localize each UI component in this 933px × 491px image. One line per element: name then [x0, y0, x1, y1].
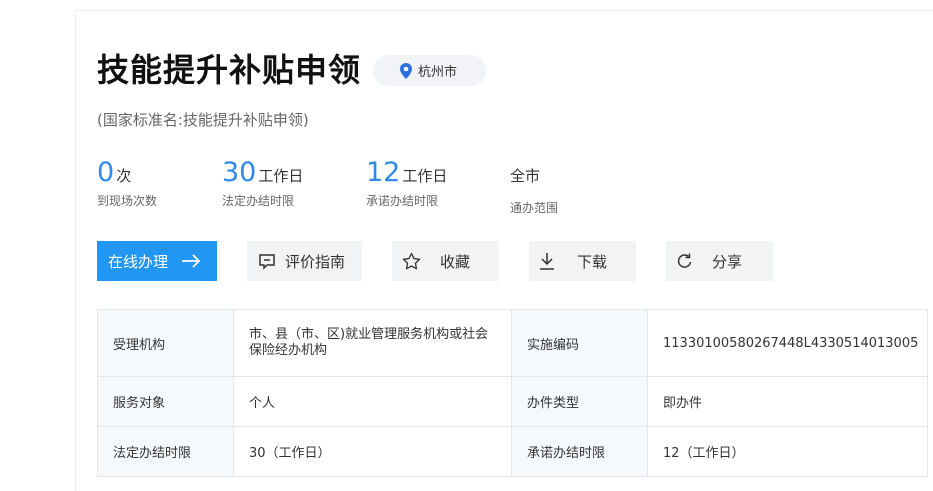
download-label: 下载 [577, 252, 608, 271]
key-cell: 承诺办结时限 [511, 426, 648, 477]
download-icon [540, 253, 554, 270]
stat-scope: 全市 通办范围 [510, 157, 558, 216]
location-badge[interactable]: 杭州市 [373, 55, 486, 86]
key-cell: 实施编码 [511, 309, 648, 377]
key-cell: 服务对象 [97, 376, 234, 427]
service-info-table: 受理机构 市、县（市、区)就业管理服务机构或社会保险经办机构 实施编码 1133… [97, 309, 928, 477]
share-button[interactable]: 分享 [666, 241, 773, 281]
comment-icon [259, 254, 275, 270]
stat-label: 承诺办结时限 [366, 194, 439, 208]
table-row: 受理机构 市、县（市、区)就业管理服务机构或社会保险经办机构 实施编码 1133… [97, 309, 928, 377]
stat-label: 法定办结时限 [222, 194, 295, 208]
value-cell: 12（工作日） [647, 426, 928, 477]
favorite-button[interactable]: 收藏 [392, 241, 499, 281]
stat-unit: 工作日 [258, 167, 304, 185]
value-cell: 30（工作日） [233, 426, 512, 477]
online-apply-button[interactable]: 在线办理 [97, 241, 217, 281]
stat-value: 12 [366, 157, 401, 188]
value-cell: 即办件 [647, 376, 928, 427]
table-row: 法定办结时限 30（工作日） 承诺办结时限 12（工作日） [97, 426, 928, 477]
stat-value: 全市 [510, 167, 541, 185]
stat-value: 0 [97, 157, 115, 188]
arrow-right-icon [182, 254, 201, 268]
key-cell: 受理机构 [97, 309, 234, 377]
stat-legal-time: 30 工作日 法定办结时限 [222, 157, 303, 209]
stat-value: 30 [222, 157, 257, 188]
value-cell: 个人 [233, 376, 512, 427]
online-apply-label: 在线办理 [108, 252, 169, 271]
location-label: 杭州市 [418, 65, 458, 80]
star-icon [402, 252, 421, 269]
stat-label: 到现场次数 [97, 194, 158, 208]
page-title: 技能提升补贴申领 [97, 51, 362, 89]
stat-promised-time: 12 工作日 承诺办结时限 [366, 157, 447, 209]
stat-unit: 次 [116, 167, 132, 185]
standard-name: (国家标准名:技能提升补贴申领) [97, 111, 309, 129]
share-icon [677, 253, 692, 268]
download-button[interactable]: 下载 [529, 241, 636, 281]
value-cell: 11330100580267448L4330514013005 [647, 309, 928, 377]
table-row: 服务对象 个人 办件类型 即办件 [97, 376, 928, 427]
favorite-label: 收藏 [440, 252, 471, 271]
stat-unit: 工作日 [402, 167, 448, 185]
evaluate-guide-button[interactable]: 评价指南 [247, 241, 362, 281]
key-cell: 法定办结时限 [97, 426, 234, 477]
value-cell: 市、县（市、区)就业管理服务机构或社会保险经办机构 [233, 309, 512, 377]
stat-label: 通办范围 [510, 201, 559, 215]
map-pin-icon [400, 62, 412, 79]
stat-visits: 0次 到现场次数 [97, 157, 157, 209]
evaluate-guide-label: 评价指南 [285, 252, 346, 271]
key-cell: 办件类型 [511, 376, 648, 427]
share-label: 分享 [712, 252, 743, 271]
